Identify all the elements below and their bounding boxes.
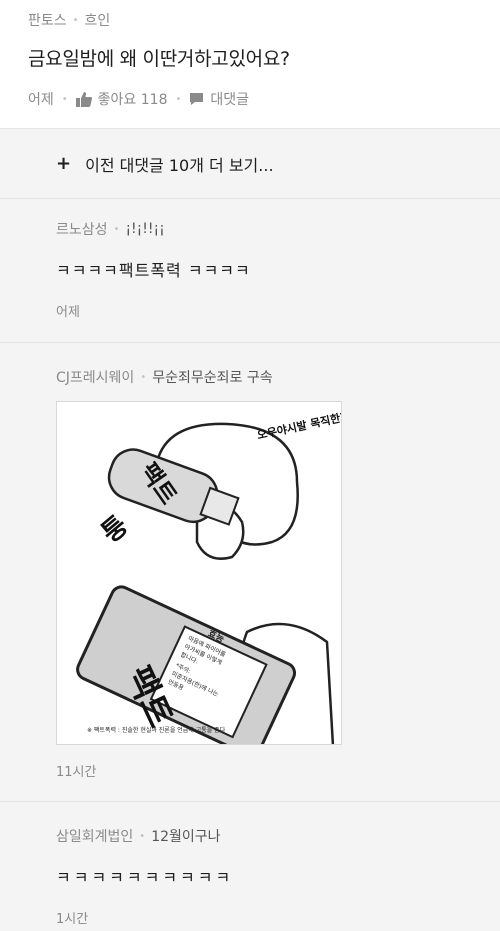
comment-time: 1시간 (56, 912, 89, 927)
like-label: 좋아요 118 (97, 92, 168, 108)
post-author[interactable]: 흐인 (85, 10, 111, 30)
shout-text: 오우야시발 목직한거봐소! (256, 403, 342, 442)
sound-effect-text: 퉁 (96, 511, 134, 549)
like-button[interactable]: 좋아요 118 (75, 89, 168, 109)
comment-author-tagline: 무순죄무순죄로 구속 (152, 370, 273, 386)
load-more-replies-button[interactable]: + 이전 대댓글 10개 더 보기... (0, 129, 500, 199)
load-more-label: 이전 대댓글 10개 더 보기... (85, 155, 274, 175)
comment-item: 르노삼성 • ¡!¡!!¡¡ ㅋㅋㅋㅋ팩트폭력 ㅋㅋㅋㅋ 어제 (0, 199, 500, 343)
comment-time: 11시간 (56, 765, 97, 780)
comment-body: ㅋㅋㅋㅋㅋㅋㅋㅋㅋㅋ (56, 868, 234, 887)
separator-dot: • (175, 93, 182, 105)
reply-button[interactable]: 대댓글 (189, 89, 249, 109)
comment-author-tagline: 12월이구나 (151, 829, 221, 845)
comment-meta: 삼일회계법인 • 12월이구나 (56, 826, 472, 846)
post-actions: 어제 • 좋아요 118 • 대댓글 (28, 89, 472, 109)
comment-meta: 르노삼성 • ¡!¡!!¡¡ (56, 219, 472, 239)
comment-time: 어제 (56, 305, 80, 320)
post-title[interactable]: 금요일밤에 왜 이딴거하고있어요? (28, 44, 472, 71)
comment-body: ㅋㅋㅋㅋ팩트폭력 ㅋㅋㅋㅋ (56, 261, 251, 280)
cartoon-drawing: 팩트 퉁 오우야시발 목직한거봐소! 팩트 효능 마음에 파이어를 아가씨를 이… (67, 403, 342, 744)
comment-item: 삼일회계법인 • 12월이구나 ㅋㅋㅋㅋㅋㅋㅋㅋㅋㅋ 1시간 (0, 802, 500, 931)
thumbs-up-icon (75, 91, 92, 107)
separator-dot: • (61, 93, 68, 105)
comment-author[interactable]: CJ프레시웨이 (56, 367, 134, 387)
comment-image[interactable]: 팩트 퉁 오우야시발 목직한거봐소! 팩트 효능 마음에 파이어를 아가씨를 이… (56, 401, 342, 745)
cartoon-footnote: ※ 팩트폭력 : 진솔한 현실과 진론을 언급해 고통을 줌다 (87, 726, 226, 734)
comment-author[interactable]: 르노삼성 (56, 219, 108, 239)
plus-icon: + (56, 153, 72, 174)
post-category[interactable]: 판토스 (28, 10, 67, 30)
comment-item: CJ프레시웨이 • 무순죄무순죄로 구속 팩트 퉁 오우야시발 목직한거봐소! (0, 343, 500, 802)
reply-label: 대댓글 (210, 92, 250, 108)
comment-author[interactable]: 삼일회계법인 (56, 826, 133, 846)
separator-dot: • (140, 371, 147, 383)
separator-dot: • (113, 223, 120, 235)
separator-dot: • (72, 14, 79, 26)
comment-author-tagline: ¡!¡!!¡¡ (125, 221, 165, 237)
comment-meta: CJ프레시웨이 • 무순죄무순죄로 구속 (56, 367, 472, 387)
separator-dot: • (139, 830, 146, 842)
post-time: 어제 (28, 92, 54, 108)
post-header: 판토스 • 흐인 금요일밤에 왜 이딴거하고있어요? 어제 • 좋아요 118 … (0, 0, 500, 129)
post-meta: 판토스 • 흐인 (28, 10, 472, 30)
speech-bubble-icon (190, 93, 204, 105)
